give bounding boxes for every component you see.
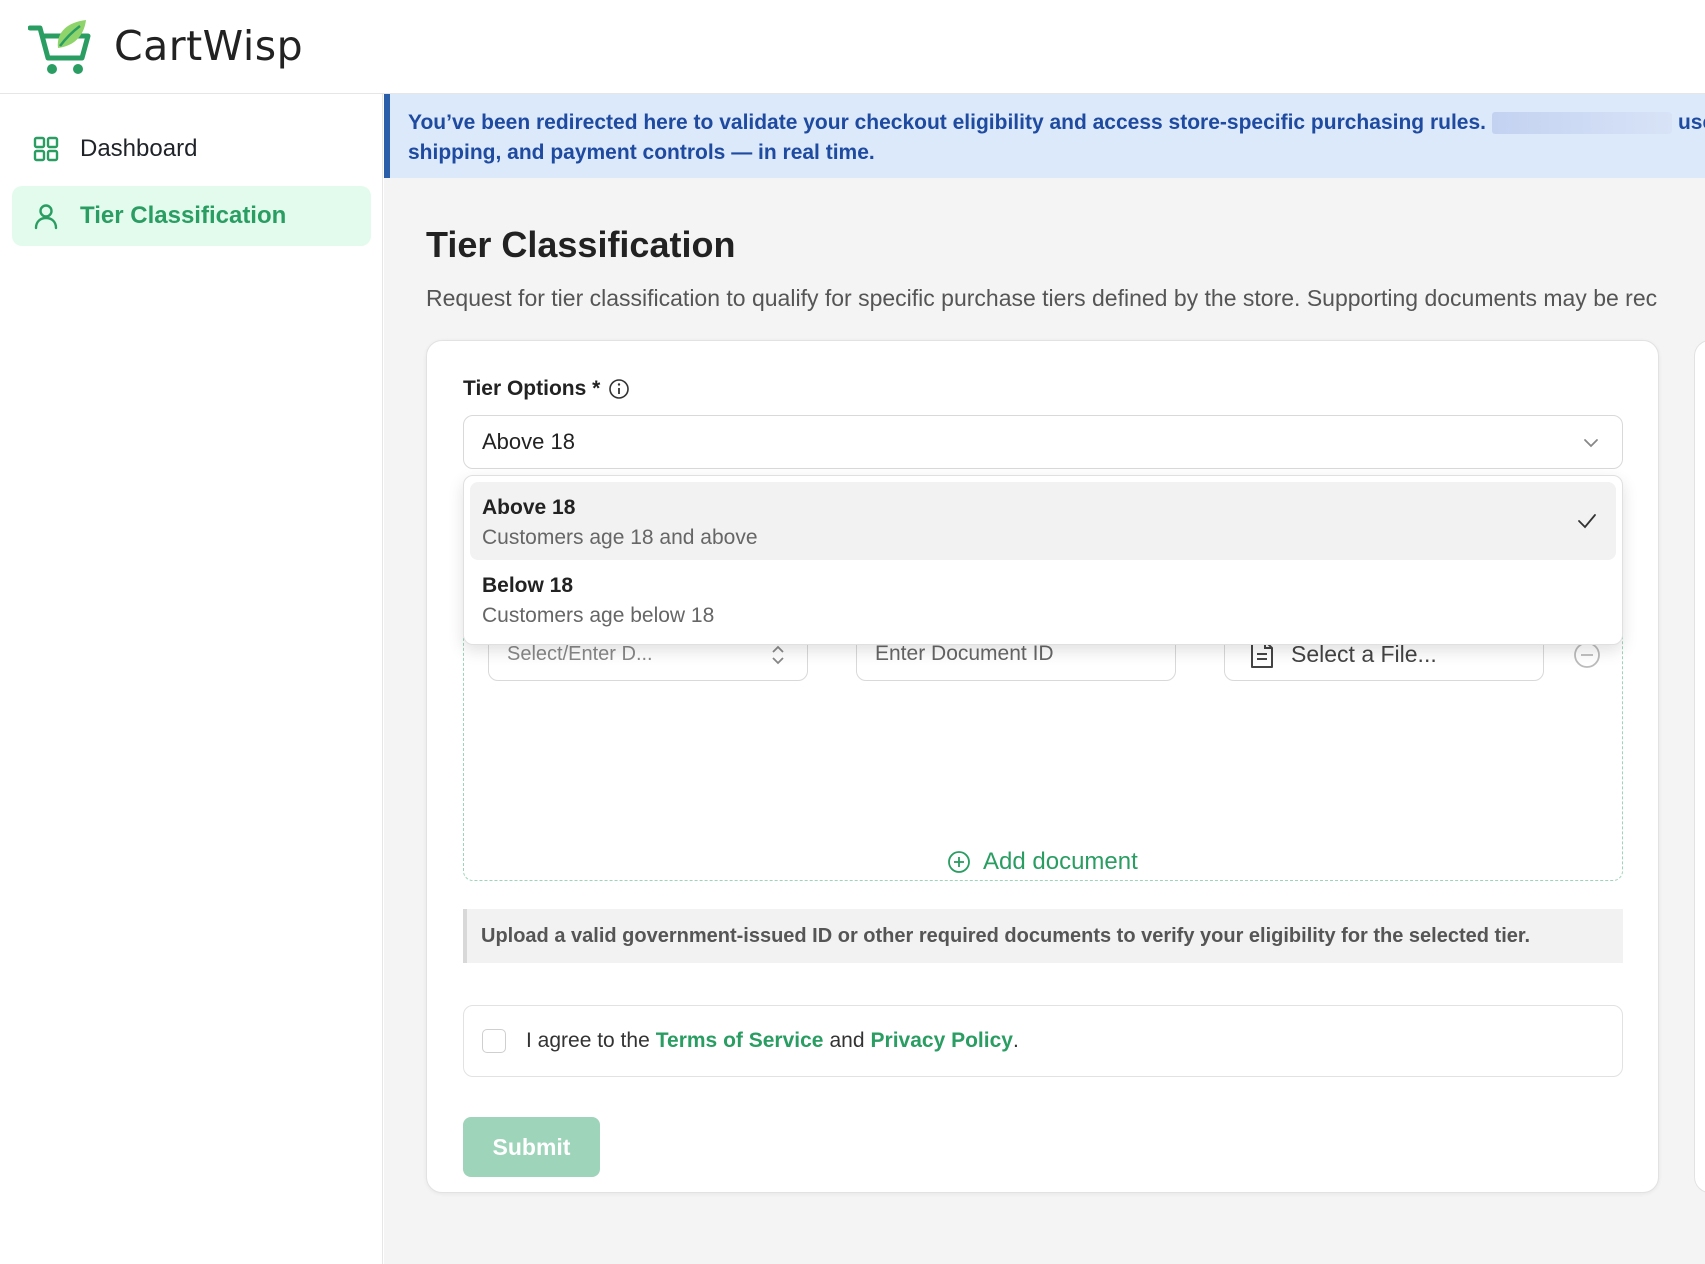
add-document-label: Add document — [983, 848, 1138, 875]
top-bar: CartWisp — [0, 0, 1705, 94]
tier-form-card: Tier Options * Above 18 Select/Enter D..… — [426, 340, 1659, 1193]
agree-prefix: I agree to the — [526, 1029, 650, 1052]
submit-button[interactable]: Submit — [463, 1117, 600, 1177]
sidebar-item-dashboard[interactable]: Dashboard — [12, 119, 371, 179]
sidebar-item-label: Tier Classification — [80, 202, 287, 229]
tier-options-label-text: Tier Options — [463, 377, 587, 400]
add-document-button[interactable]: Add document — [947, 848, 1138, 876]
cart-leaf-icon — [28, 20, 91, 74]
tier-option-above-18[interactable]: Above 18 Customers age 18 and above — [470, 482, 1616, 560]
option-subtitle: Customers age below 18 — [482, 604, 715, 627]
chevron-down-icon — [1584, 439, 1598, 448]
agree-and: and — [829, 1029, 865, 1052]
sidebar-item-tier-classification[interactable]: Tier Classification — [12, 186, 371, 246]
redacted-store-name — [1491, 112, 1672, 135]
main-content: You’ve been redirected here to validate … — [384, 94, 1705, 1264]
grid-icon — [32, 135, 60, 163]
banner-text-line2: shipping, and payment controls — in real… — [408, 141, 875, 164]
chevron-updown-icon — [772, 645, 784, 665]
check-icon — [1578, 514, 1596, 529]
privacy-link[interactable]: Privacy Policy — [871, 1029, 1013, 1053]
option-subtitle: Customers age 18 and above — [482, 526, 758, 549]
option-title: Above 18 — [482, 496, 576, 519]
logo[interactable]: CartWisp — [28, 14, 303, 78]
terms-link[interactable]: Terms of Service — [656, 1029, 824, 1053]
page-title: Tier Classification — [426, 224, 736, 265]
agreement-box: I agree to the Terms of Service and Priv… — [463, 1005, 1623, 1077]
sidebar: Dashboard Tier Classification — [0, 94, 383, 1264]
page-description: Request for tier classification to quali… — [426, 285, 1658, 311]
tier-dropdown-menu: Above 18 Customers age 18 and above Belo… — [463, 475, 1623, 645]
redirect-banner: You’ve been redirected here to validate … — [384, 94, 1705, 178]
user-icon — [32, 202, 60, 230]
tier-select[interactable]: Above 18 — [463, 415, 1623, 469]
secondary-card — [1694, 340, 1705, 1193]
option-title: Below 18 — [482, 574, 574, 597]
plus-circle-icon — [948, 851, 970, 873]
tier-options-label: Tier Options * — [463, 377, 630, 401]
brand-name: CartWisp — [114, 22, 304, 70]
info-icon[interactable] — [608, 378, 630, 400]
agree-checkbox[interactable] — [482, 1029, 506, 1053]
sidebar-item-label: Dashboard — [80, 135, 198, 162]
banner-text: You’ve been redirected here to validate … — [408, 111, 1486, 134]
document-type-placeholder: Select/Enter D... — [507, 642, 653, 665]
required-mark: * — [592, 377, 601, 400]
agree-period: . — [1012, 1029, 1019, 1052]
upload-note: Upload a valid government-issued ID or o… — [463, 909, 1623, 963]
tier-select-value: Above 18 — [482, 429, 575, 454]
tier-option-below-18[interactable]: Below 18 Customers age below 18 — [470, 560, 1616, 638]
banner-text-tail: uses CartV — [1677, 111, 1705, 134]
